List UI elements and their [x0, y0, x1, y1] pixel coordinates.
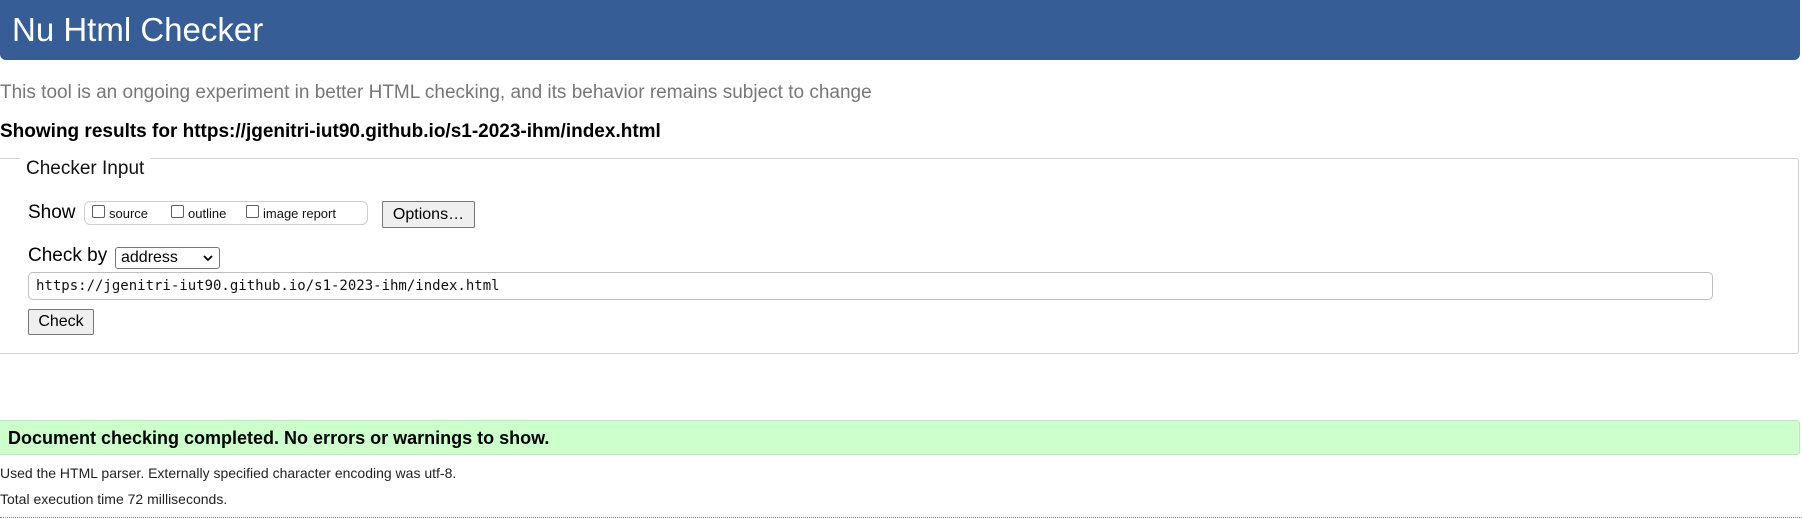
success-message: Document checking completed. No errors o… [8, 428, 550, 448]
image-report-checkbox[interactable] [246, 205, 259, 218]
source-checkbox-label[interactable]: source [109, 206, 148, 222]
checker-input-legend: Checker Input [20, 156, 151, 182]
check-by-label: Check by [28, 245, 108, 266]
url-input[interactable]: https://jgenitri-iut90.github.io/s1-2023… [28, 272, 1713, 300]
check-button[interactable]: Check [28, 309, 94, 335]
image-report-checkbox-label[interactable]: image report [263, 206, 336, 222]
source-checkbox[interactable] [92, 205, 105, 218]
check-by-selected-value: address [121, 249, 178, 266]
outline-checkbox-label[interactable]: outline [188, 206, 226, 222]
checker-input-fieldset [0, 158, 1799, 354]
execution-time: Total execution time 72 milliseconds. [0, 491, 228, 507]
divider [0, 517, 1802, 518]
options-button[interactable]: Options… [382, 201, 475, 228]
chevron-down-icon [203, 255, 213, 262]
parser-info: Used the HTML parser. Externally specifi… [0, 465, 457, 481]
results-heading: Showing results for https://jgenitri-iut… [0, 121, 661, 142]
page-header: Nu Html Checker [0, 0, 1800, 60]
check-by-select[interactable]: address [115, 247, 220, 269]
outline-checkbox[interactable] [171, 205, 184, 218]
success-message-box: Document checking completed. No errors o… [0, 420, 1800, 455]
experiment-notice: This tool is an ongoing experiment in be… [0, 82, 872, 103]
show-options-group: source outline image report [84, 201, 368, 225]
show-label: Show [28, 202, 76, 223]
page-title: Nu Html Checker [12, 11, 264, 48]
